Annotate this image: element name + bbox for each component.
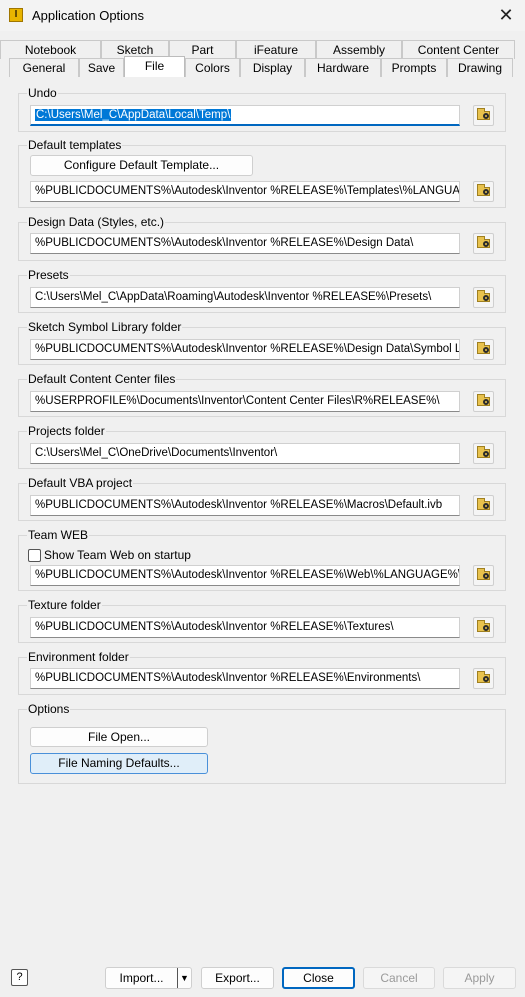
tab-row-back: Notebook Sketch Part iFeature Assembly C… [0, 40, 525, 59]
group-projects-folder: Projects folder C:\Users\Mel_C\OneDrive\… [18, 424, 506, 469]
export-button[interactable]: Export... [201, 967, 274, 989]
default-templates-browse-button[interactable] [473, 181, 494, 202]
group-team-web: Team WEB Show Team Web on startup %PUBLI… [18, 528, 506, 591]
group-environment-folder: Environment folder %PUBLICDOCUMENTS%\Aut… [18, 650, 506, 695]
presets-browse-button[interactable] [473, 287, 494, 308]
team-web-browse-button[interactable] [473, 565, 494, 586]
tab-content-center[interactable]: Content Center [402, 40, 515, 59]
import-button-label[interactable]: Import... [119, 971, 163, 985]
configure-default-template-button[interactable]: Configure Default Template... [30, 155, 253, 176]
presets-path-field[interactable]: C:\Users\Mel_C\AppData\Roaming\Autodesk\… [30, 287, 460, 308]
vba-browse-button[interactable] [473, 495, 494, 516]
close-button[interactable]: Close [282, 967, 355, 989]
file-naming-defaults-button[interactable]: File Naming Defaults... [30, 753, 208, 774]
group-label-texture-folder: Texture folder [27, 598, 102, 612]
show-team-web-label[interactable]: Show Team Web on startup [44, 548, 191, 562]
folder-search-icon [477, 446, 490, 458]
group-vba-project: Default VBA project %PUBLICDOCUMENTS%\Au… [18, 476, 506, 521]
group-design-data: Design Data (Styles, etc.) %PUBLICDOCUME… [18, 215, 506, 261]
texture-path-field[interactable]: %PUBLICDOCUMENTS%\Autodesk\Inventor %REL… [30, 617, 460, 638]
group-label-environment-folder: Environment folder [27, 650, 130, 664]
help-icon[interactable]: ? [11, 969, 28, 986]
group-label-content-center-files: Default Content Center files [27, 372, 177, 386]
tab-assembly[interactable]: Assembly [316, 40, 402, 59]
tab-colors[interactable]: Colors [185, 58, 240, 77]
folder-search-icon [477, 108, 490, 120]
design-data-browse-button[interactable] [473, 233, 494, 254]
folder-search-icon [477, 184, 490, 196]
group-label-sketch-symbol-library: Sketch Symbol Library folder [27, 320, 183, 334]
close-icon[interactable]: ✕ [495, 4, 517, 26]
show-team-web-checkbox[interactable] [28, 549, 41, 562]
texture-browse-button[interactable] [473, 617, 494, 638]
environment-browse-button[interactable] [473, 668, 494, 689]
options-tabs: Notebook Sketch Part iFeature Assembly C… [0, 40, 525, 77]
content-center-browse-button[interactable] [473, 391, 494, 412]
group-texture-folder: Texture folder %PUBLICDOCUMENTS%\Autodes… [18, 598, 506, 643]
design-data-path-field[interactable]: %PUBLICDOCUMENTS%\Autodesk\Inventor %REL… [30, 233, 460, 254]
tab-general[interactable]: General [9, 58, 79, 77]
group-content-center-files: Default Content Center files %USERPROFIL… [18, 372, 506, 417]
projects-browse-button[interactable] [473, 443, 494, 464]
file-open-button[interactable]: File Open... [30, 727, 208, 747]
environment-path-field[interactable]: %PUBLICDOCUMENTS%\Autodesk\Inventor %REL… [30, 668, 460, 689]
team-web-path-field[interactable]: %PUBLICDOCUMENTS%\Autodesk\Inventor %REL… [30, 565, 460, 586]
sketch-symbol-browse-button[interactable] [473, 339, 494, 360]
tab-hardware[interactable]: Hardware [305, 58, 381, 77]
group-options: Options File Open... File Naming Default… [18, 702, 506, 784]
group-label-options: Options [27, 702, 71, 716]
vba-path-field[interactable]: %PUBLICDOCUMENTS%\Autodesk\Inventor %REL… [30, 495, 460, 516]
group-label-team-web: Team WEB [27, 528, 90, 542]
inventor-app-icon: I [9, 8, 23, 22]
tab-file[interactable]: File [124, 56, 185, 77]
group-label-undo: Undo [27, 86, 58, 100]
chevron-down-icon[interactable]: ▼ [177, 968, 191, 988]
tab-prompts[interactable]: Prompts [381, 58, 447, 77]
folder-search-icon [477, 671, 490, 683]
content-center-path-field[interactable]: %USERPROFILE%\Documents\Inventor\Content… [30, 391, 460, 412]
group-undo: Undo C:\Users\Mel_C\AppData\Local\Temp\ [18, 86, 506, 132]
group-sketch-symbol-library: Sketch Symbol Library folder %PUBLICDOCU… [18, 320, 506, 365]
group-label-presets: Presets [27, 268, 70, 282]
undo-path-field[interactable]: C:\Users\Mel_C\AppData\Local\Temp\ [30, 105, 460, 126]
dialog-footer: ? Import... ▼ Export... Close Cancel App… [0, 960, 525, 997]
group-label-design-data: Design Data (Styles, etc.) [27, 215, 166, 229]
tab-ifeature[interactable]: iFeature [236, 40, 316, 59]
folder-search-icon [477, 620, 490, 632]
tab-display[interactable]: Display [240, 58, 305, 77]
tab-save[interactable]: Save [79, 58, 124, 77]
tab-row-front: General Save File Colors Display Hardwar… [0, 56, 525, 77]
undo-browse-button[interactable] [473, 105, 494, 126]
projects-path-field[interactable]: C:\Users\Mel_C\OneDrive\Documents\Invent… [30, 443, 460, 464]
group-presets: Presets C:\Users\Mel_C\AppData\Roaming\A… [18, 268, 506, 313]
group-label-default-templates: Default templates [27, 138, 123, 152]
window-title: Application Options [32, 8, 145, 23]
group-label-projects-folder: Projects folder [27, 424, 106, 438]
cancel-button: Cancel [363, 967, 435, 989]
group-default-templates: Default templates Configure Default Temp… [18, 138, 506, 208]
default-templates-path-field[interactable]: %PUBLICDOCUMENTS%\Autodesk\Inventor %REL… [30, 181, 460, 202]
folder-search-icon [477, 290, 490, 302]
tab-drawing[interactable]: Drawing [447, 58, 513, 77]
folder-search-icon [477, 236, 490, 248]
undo-path-selected-text: C:\Users\Mel_C\AppData\Local\Temp\ [35, 109, 232, 121]
title-bar: I Application Options ✕ [0, 0, 525, 31]
group-label-vba-project: Default VBA project [27, 476, 134, 490]
tab-notebook[interactable]: Notebook [0, 40, 101, 59]
folder-search-icon [477, 394, 490, 406]
folder-search-icon [477, 568, 490, 580]
import-split-button[interactable]: Import... ▼ [105, 967, 192, 989]
sketch-symbol-path-field[interactable]: %PUBLICDOCUMENTS%\Autodesk\Inventor %REL… [30, 339, 460, 360]
folder-search-icon [477, 342, 490, 354]
apply-button: Apply [443, 967, 516, 989]
folder-search-icon [477, 498, 490, 510]
